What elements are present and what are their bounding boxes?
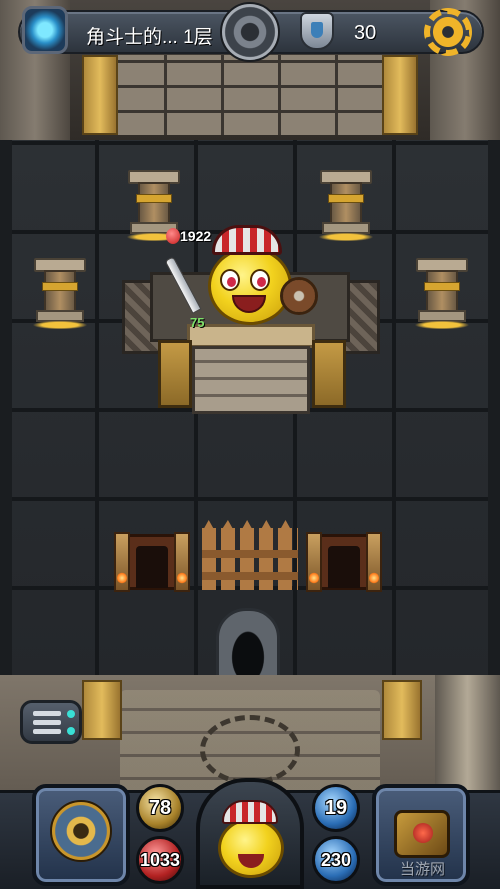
menu-button[interactable] [20,700,82,744]
exit-gate[interactable] [216,608,280,680]
pillar-tile[interactable] [410,258,474,332]
door-tile[interactable] [306,528,382,592]
helmet-icon [212,225,282,255]
pillar-tile[interactable] [314,170,378,244]
hp-orb-icon [166,228,180,244]
hero-portrait[interactable] [214,800,288,880]
hero-hp-label: 1922 [180,228,212,244]
hero-level-label: 75 [190,315,205,330]
defense-value: 19 [324,796,348,819]
health-value: 1033 [139,849,181,870]
round-shield-icon [280,277,318,315]
pillar-tile[interactable] [28,258,92,332]
door-tile[interactable] [114,528,190,592]
bottom-gold-pillar-left [82,680,122,740]
key-count: 30 [354,22,377,44]
compass-icon [50,800,112,862]
floor-seal [200,715,300,785]
health-orb: 1033 [136,836,184,884]
floor-title: 角斗士的... 1层 [86,27,213,48]
gold-pillar-left [82,55,118,135]
wooden-fence[interactable] [202,528,298,590]
attack-orb: 78 [136,784,184,832]
attack-value: 78 [148,796,172,819]
left-edge [0,140,12,675]
mana-orb: 230 [312,836,360,884]
gold-pillar-right [382,55,418,135]
helmet-icon [222,800,278,824]
compass-slot[interactable] [32,784,130,886]
portal-icon[interactable] [22,6,68,54]
top-brick-wall [110,55,390,135]
shield-icon [300,12,334,50]
gear-icon[interactable] [424,8,472,56]
defense-orb: 19 [312,784,360,832]
mana-value: 230 [320,849,352,870]
spellbook-icon [394,810,450,858]
vault-icon[interactable] [220,2,280,62]
bottom-gold-pillar-right [382,680,422,740]
right-edge [488,140,500,675]
watermark: 当游网 [400,861,446,878]
